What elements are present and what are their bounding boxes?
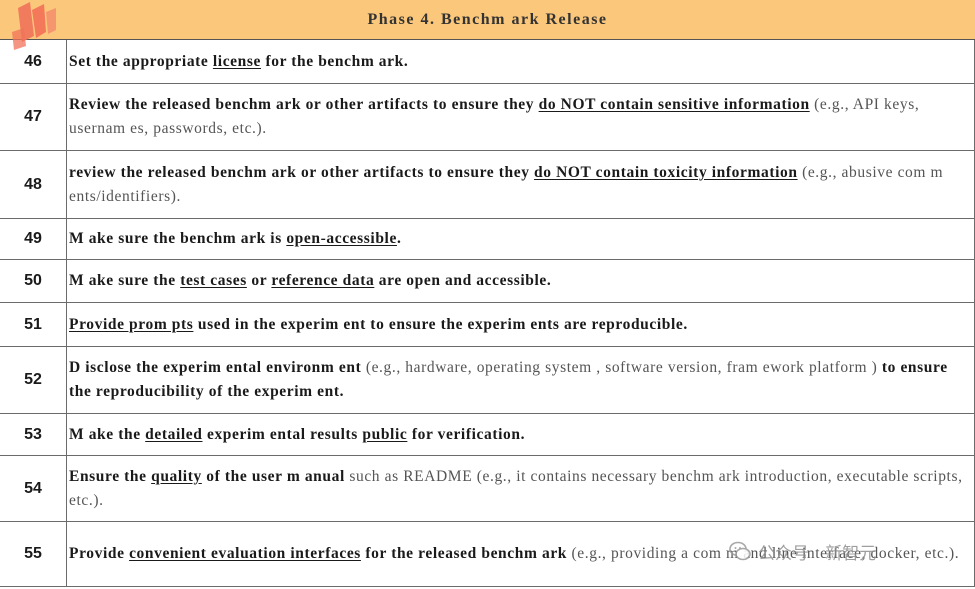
- table-row: 49 M ake sure the benchm ark is open-acc…: [0, 219, 975, 260]
- phase-title: Phase 4. Benchm ark Release: [367, 10, 608, 28]
- row-text-segment: for the released benchm ark: [360, 545, 572, 562]
- row-text-segment: Ensure the: [69, 467, 152, 485]
- watermark-text: 公众号 · 新智元: [758, 543, 877, 564]
- row-text: Provide prom pts used in the experim ent…: [69, 313, 688, 337]
- row-text-segment: (e.g., hardware, operating system , soft…: [365, 359, 882, 376]
- table-row: 51 Provide prom pts used in the experim …: [0, 303, 975, 347]
- row-text-segment: of the user m anual: [201, 467, 350, 485]
- row-text-segment: or: [246, 272, 272, 289]
- emphasis-text: open-accessible: [286, 230, 397, 247]
- table-row: 53 M ake the detailed experim ental resu…: [0, 414, 975, 456]
- row-text: M ake sure the benchm ark is open-access…: [69, 227, 401, 251]
- row-text-segment: used in the experim ent to ensure the ex…: [193, 315, 688, 333]
- table-row: 47 Review the released benchm ark or oth…: [0, 84, 975, 151]
- row-text: D isclose the experim ental environm ent…: [69, 356, 967, 404]
- watermark: 公众号 · 新智元: [728, 538, 876, 564]
- emphasis-text: Provide prom pts: [69, 315, 194, 333]
- emphasis-text: do NOT contain sensitive information: [538, 96, 810, 113]
- emphasis-text: reference data: [271, 272, 375, 289]
- row-text-segment: for verification.: [407, 425, 526, 443]
- row-text-segment: for the benchm ark.: [261, 52, 409, 70]
- row-text-segment: Provide: [69, 545, 130, 562]
- row-number: 51: [0, 303, 67, 346]
- row-number: 50: [0, 260, 67, 302]
- table-row: 46 Set the appropriate license for the b…: [0, 40, 975, 84]
- table-row: 50 M ake sure the test cases or referenc…: [0, 260, 975, 303]
- row-number: 52: [0, 347, 67, 413]
- row-number: 55: [0, 522, 67, 586]
- emphasis-text: quality: [151, 467, 202, 485]
- emphasis-text: detailed: [145, 425, 203, 443]
- row-text: M ake the detailed experim ental results…: [69, 423, 525, 447]
- table-row: 54 Ensure the quality of the user m anua…: [0, 456, 975, 522]
- phase-header: Phase 4. Benchm ark Release: [0, 0, 975, 50]
- emphasis-text: convenient evaluation interfaces: [129, 545, 361, 562]
- row-text-segment: are open and accessible.: [374, 272, 552, 289]
- row-text-segment: Set the appropriate: [69, 52, 213, 70]
- row-text-segment: M ake the: [69, 425, 146, 443]
- row-text-segment: review the released benchm ark or other …: [69, 163, 535, 181]
- row-number: 53: [0, 414, 67, 455]
- table-row: 52 D isclose the experim ental environm …: [0, 347, 975, 414]
- emphasis-text: do NOT contain toxicity information: [534, 163, 798, 181]
- emphasis-text: test cases: [180, 272, 247, 289]
- row-text: M ake sure the test cases or reference d…: [69, 269, 551, 293]
- table-row: 48 review the released benchm ark or oth…: [0, 151, 975, 219]
- row-number: 48: [0, 151, 67, 218]
- row-text-segment: D isclose the experim ental environm ent: [69, 359, 366, 376]
- row-text: Ensure the quality of the user m anual s…: [69, 465, 967, 513]
- row-text-segment: M ake sure the benchm ark is: [69, 230, 287, 247]
- row-text: Set the appropriate license for the benc…: [69, 50, 408, 74]
- emphasis-text: public: [362, 425, 408, 443]
- row-text: Review the released benchm ark or other …: [69, 93, 967, 141]
- row-number: 46: [0, 40, 67, 83]
- row-number: 47: [0, 84, 67, 150]
- emphasis-text: license: [212, 52, 261, 70]
- row-text-segment: experim ental results: [202, 425, 363, 443]
- row-text-segment: Review the released benchm ark or other …: [69, 96, 539, 113]
- row-text-segment: .: [396, 230, 402, 247]
- wechat-icon: [729, 541, 751, 561]
- row-number: 49: [0, 219, 67, 259]
- row-number: 54: [0, 456, 67, 521]
- row-text: review the released benchm ark or other …: [69, 161, 967, 209]
- row-text-segment: M ake sure the: [69, 272, 181, 289]
